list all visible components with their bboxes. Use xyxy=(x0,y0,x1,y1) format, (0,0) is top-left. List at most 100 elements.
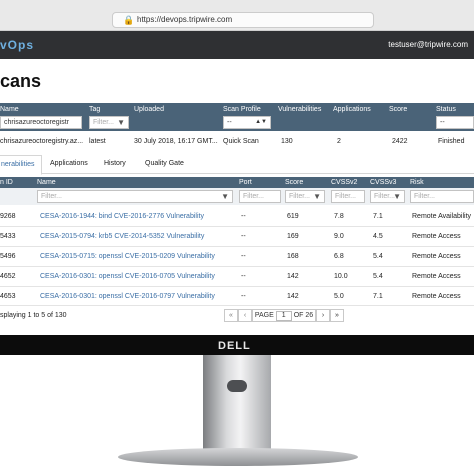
row-cvssv2: 9.0 xyxy=(334,233,344,240)
scan-name[interactable]: chrisazureoctoregistry.az... xyxy=(0,138,83,145)
prev-page-button[interactable]: ‹ xyxy=(238,309,252,322)
risk-filter-placeholder: Filter... xyxy=(414,193,436,200)
row-divider xyxy=(0,246,474,247)
url-text: https://devops.tripwire.com xyxy=(137,15,233,24)
row-vuln-id: 9268 xyxy=(0,213,16,220)
col-uploaded[interactable]: Uploaded xyxy=(134,106,164,113)
col-risk[interactable]: Risk xyxy=(410,179,424,186)
col-scan-profile[interactable]: Scan Profile xyxy=(223,106,261,113)
monitor-stand xyxy=(203,355,271,453)
scan-vulnerabilities: 130 xyxy=(281,138,293,145)
page-label: PAGE xyxy=(254,312,274,319)
tab-vulnerabilities[interactable]: nerabilities xyxy=(0,155,42,175)
tab-applications-label: Applications xyxy=(50,160,88,167)
filter-icon: ▼ xyxy=(221,192,229,201)
tab-vulnerabilities-label: nerabilities xyxy=(1,161,35,168)
row-score: 142 xyxy=(287,273,299,280)
col-port[interactable]: Port xyxy=(239,179,252,186)
vuln-name-filter[interactable]: Filter... ▼ xyxy=(37,190,233,203)
next-page-button[interactable]: › xyxy=(316,309,330,322)
scan-profile-select[interactable]: -- ▲▼ xyxy=(223,116,271,129)
risk-filter[interactable]: Filter... xyxy=(410,190,474,203)
row-cvssv3: 4.5 xyxy=(373,233,383,240)
row-risk: Remote Access xyxy=(412,253,461,260)
monitor-base xyxy=(118,448,358,466)
first-page-button[interactable]: « xyxy=(224,309,238,322)
cvssv2-filter[interactable]: Filter... xyxy=(331,190,365,203)
row-port: -- xyxy=(241,293,246,300)
score-filter-placeholder: Filter... xyxy=(289,193,311,200)
cvssv3-filter[interactable]: Filter... ▼ xyxy=(370,190,405,203)
row-port: -- xyxy=(241,233,246,240)
scan-tag: latest xyxy=(89,138,106,145)
address-bar[interactable]: 🔒 https://devops.tripwire.com xyxy=(112,12,374,28)
col-vuln-score[interactable]: Score xyxy=(285,179,303,186)
screen: 🔒 https://devops.tripwire.com vOps testu… xyxy=(0,0,474,335)
row-cvssv2: 5.0 xyxy=(334,293,344,300)
cvssv3-filter-placeholder: Filter... xyxy=(374,193,396,200)
tag-filter-input[interactable]: Filter... ▼ xyxy=(89,116,129,129)
filter-icon: ▼ xyxy=(313,192,321,201)
stand-cable-hole xyxy=(227,380,247,392)
tab-quality-gate-label: Quality Gate xyxy=(145,160,184,167)
row-score: 169 xyxy=(287,233,299,240)
col-vuln-id[interactable]: n ID xyxy=(0,179,13,186)
name-filter-value: chrisazureoctoregistr xyxy=(4,119,69,126)
tab-history[interactable]: History xyxy=(104,155,126,173)
tab-quality-gate[interactable]: Quality Gate xyxy=(145,155,184,173)
page-input[interactable]: 1 xyxy=(275,311,292,321)
col-score[interactable]: Score xyxy=(389,106,407,113)
scan-score: 2422 xyxy=(392,138,408,145)
filter-icon: ▼ xyxy=(117,118,125,127)
row-score: 168 xyxy=(287,253,299,260)
status-select[interactable]: -- xyxy=(436,116,474,129)
score-filter[interactable]: Filter... ▼ xyxy=(285,190,325,203)
row-vuln-id: 4653 xyxy=(0,293,16,300)
col-status[interactable]: Status xyxy=(436,106,456,113)
page-total: OF 26 xyxy=(293,312,314,319)
user-menu[interactable]: testuser@tripwire.com xyxy=(388,40,468,49)
row-cvssv3: 7.1 xyxy=(373,293,383,300)
last-page-button[interactable]: » xyxy=(330,309,344,322)
tag-filter-placeholder: Filter... xyxy=(93,119,115,126)
page-title: cans xyxy=(0,71,42,91)
dell-logo: DELL xyxy=(218,340,251,352)
row-vuln-name-link[interactable]: CESA-2015-0715: openssl CVE-2015-0209 Vu… xyxy=(40,253,215,260)
row-cvssv3: 7.1 xyxy=(373,213,383,220)
row-cvssv2: 6.8 xyxy=(334,253,344,260)
row-vuln-id: 5433 xyxy=(0,233,16,240)
browser-chrome: 🔒 https://devops.tripwire.com xyxy=(0,0,474,31)
row-cvssv2: 10.0 xyxy=(334,273,348,280)
brand-logo[interactable]: vOps xyxy=(0,38,34,52)
col-vuln-name[interactable]: Name xyxy=(37,179,56,186)
scan-applications: 2 xyxy=(337,138,341,145)
row-vuln-id: 5496 xyxy=(0,253,16,260)
col-vulnerabilities[interactable]: Vulnerabilities xyxy=(278,106,321,113)
name-filter-input[interactable]: chrisazureoctoregistr xyxy=(0,116,82,129)
row-vuln-name-link[interactable]: CESA-2016-1944: bind CVE-2016-2776 Vulne… xyxy=(40,213,204,220)
col-cvssv3[interactable]: CVSSv3 xyxy=(370,179,396,186)
pager-summary: splaying 1 to 5 of 130 xyxy=(0,312,67,319)
col-tag[interactable]: Tag xyxy=(89,106,100,113)
top-navigation: vOps testuser@tripwire.com xyxy=(0,31,474,59)
port-filter[interactable]: Filter... xyxy=(239,190,281,203)
row-risk: Remote Availability xyxy=(412,213,472,220)
col-cvssv2[interactable]: CVSSv2 xyxy=(331,179,357,186)
vuln-table-header xyxy=(0,177,474,188)
row-vuln-name-link[interactable]: CESA-2016-0301: openssl CVE-2016-0797 Vu… xyxy=(40,293,215,300)
row-port: -- xyxy=(241,273,246,280)
row-divider xyxy=(0,266,474,267)
tab-applications[interactable]: Applications xyxy=(50,155,88,173)
row-divider xyxy=(0,286,474,287)
row-risk: Remote Access xyxy=(412,273,461,280)
col-applications[interactable]: Applications xyxy=(333,106,371,113)
row-risk: Remote Access xyxy=(412,233,461,240)
detail-tabs: nerabilities Applications History Qualit… xyxy=(0,155,474,175)
row-risk: Remote Access xyxy=(412,293,461,300)
scan-uploaded: 30 July 2018, 16:17 GMT... xyxy=(134,138,218,145)
row-vuln-name-link[interactable]: CESA-2016-0301: openssl CVE-2016-0705 Vu… xyxy=(40,273,215,280)
col-name[interactable]: Name xyxy=(0,106,19,113)
vuln-name-filter-placeholder: Filter... xyxy=(41,193,63,200)
row-score: 142 xyxy=(287,293,299,300)
row-vuln-name-link[interactable]: CESA-2015-0794: krb5 CVE-2014-5352 Vulne… xyxy=(40,233,204,240)
